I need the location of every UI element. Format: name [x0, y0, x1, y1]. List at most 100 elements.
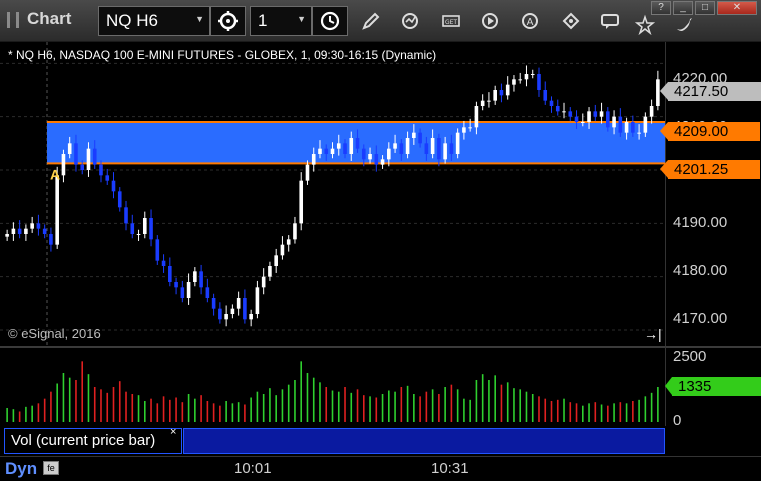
candle-body — [468, 127, 472, 129]
volume-chart[interactable] — [0, 348, 665, 426]
candle-body — [36, 223, 41, 229]
symbol-settings-icon — [218, 11, 238, 31]
dynamic-mode-label[interactable]: Dyn — [5, 459, 37, 479]
candle-body — [593, 111, 598, 117]
candle-body — [418, 132, 422, 144]
candle-body — [474, 106, 479, 128]
candle-body — [524, 74, 529, 80]
candle-body — [505, 84, 510, 96]
interval-clock-button[interactable] — [312, 6, 348, 36]
candle-body — [349, 138, 354, 154]
candle-body — [424, 143, 429, 154]
study-label[interactable]: Vol (current price bar) — [4, 428, 182, 454]
candle-body — [649, 106, 654, 117]
candle-body — [318, 148, 322, 154]
svg-text:A: A — [527, 17, 534, 28]
candle-body — [530, 74, 535, 75]
settings-icon[interactable]: fe — [43, 461, 59, 475]
chevron-down-icon[interactable]: ▼ — [195, 14, 204, 24]
price-axis[interactable]: 4220.00 4210.00 4200.00 4190.00 4180.00 … — [660, 42, 761, 346]
study-bar — [183, 428, 665, 454]
candle-body — [92, 148, 97, 165]
candle-body — [368, 154, 372, 160]
candle-body — [249, 314, 253, 320]
get-icon[interactable]: GET — [440, 10, 462, 32]
candle-body — [599, 111, 604, 117]
maximize-button[interactable]: □ — [695, 1, 715, 15]
candle-body — [268, 266, 272, 277]
candle-body — [274, 255, 278, 266]
candle-body — [280, 244, 285, 256]
candle-body — [330, 148, 335, 154]
candlestick-chart[interactable]: A — [0, 42, 665, 346]
minimize-button[interactable]: _ — [673, 1, 693, 15]
candle-body — [480, 100, 485, 106]
star-icon[interactable] — [634, 14, 656, 36]
candle-body — [74, 143, 78, 165]
session-marker-label: A — [50, 166, 60, 182]
play-icon[interactable] — [479, 10, 501, 32]
candle-body — [230, 308, 235, 314]
chart-symbol-info: * NQ H6, NASDAQ 100 E-MINI FUTURES - GLO… — [8, 48, 437, 62]
candle-body — [512, 79, 516, 85]
chat-icon[interactable] — [599, 10, 621, 32]
candle-body — [518, 79, 523, 81]
candle-body — [80, 164, 85, 170]
candle-body — [449, 143, 454, 154]
time-tick: 10:31 — [431, 460, 469, 477]
volume-pane[interactable] — [0, 346, 665, 426]
interval-input[interactable]: 1 ▼ — [250, 6, 312, 36]
close-icon[interactable]: × — [170, 426, 176, 438]
candle-body — [412, 132, 416, 138]
pencil-icon[interactable] — [360, 10, 382, 32]
chevron-down-icon[interactable]: ▼ — [297, 14, 306, 24]
candle-body — [455, 132, 460, 154]
candle-body — [111, 180, 116, 192]
candle-body — [374, 154, 379, 165]
candle-body — [437, 138, 441, 160]
candle-body — [155, 239, 160, 261]
candle-body — [193, 271, 197, 282]
candle-body — [493, 90, 497, 101]
candle-body — [305, 164, 310, 181]
candle-body — [555, 106, 560, 112]
candle-body — [236, 298, 241, 309]
candle-body — [86, 148, 91, 170]
interval-value: 1 — [258, 11, 268, 30]
volume-axis[interactable]: 2500 0 1335 — [665, 346, 761, 429]
lower-level-tag: 4201.25 — [660, 160, 760, 179]
candle-body — [161, 260, 166, 266]
tag-icon[interactable] — [560, 10, 582, 32]
study-legend: Vol (current price bar) × — [0, 426, 761, 456]
refresh-icon[interactable] — [399, 10, 421, 32]
price-tick: 4180.00 — [673, 262, 728, 279]
candle-body — [243, 298, 247, 320]
alert-icon[interactable]: A — [519, 10, 541, 32]
twitter-icon[interactable] — [673, 14, 695, 36]
candle-body — [55, 175, 59, 245]
candle-body — [218, 308, 222, 320]
candle-body — [587, 111, 591, 122]
candle-body — [624, 122, 629, 133]
candle-body — [180, 287, 185, 298]
candle-body — [105, 175, 110, 181]
close-button[interactable]: ✕ — [717, 1, 757, 15]
candle-body — [24, 228, 28, 234]
symbol-settings-button[interactable] — [210, 6, 246, 36]
candle-body — [293, 223, 297, 240]
candle-body — [261, 276, 266, 288]
current-volume-tag: 1335 — [665, 377, 761, 396]
time-axis[interactable]: Dyn fe 10:01 10:31 — [0, 456, 761, 481]
clock-icon — [320, 11, 340, 31]
scroll-to-end-icon[interactable]: →| — [644, 326, 662, 342]
drag-grip-icon[interactable] — [7, 12, 19, 28]
volume-tick: 2500 — [673, 348, 707, 365]
candle-body — [405, 138, 410, 154]
price-chart-pane[interactable]: A * NQ H6, NASDAQ 100 E-MINI FUTURES - G… — [0, 42, 665, 346]
candle-body — [606, 111, 610, 128]
symbol-value: NQ H6 — [106, 11, 158, 30]
help-button[interactable]: ? — [651, 1, 671, 15]
candle-body — [430, 138, 435, 154]
candle-body — [99, 164, 103, 176]
symbol-input[interactable]: NQ H6 ▼ — [98, 6, 210, 36]
